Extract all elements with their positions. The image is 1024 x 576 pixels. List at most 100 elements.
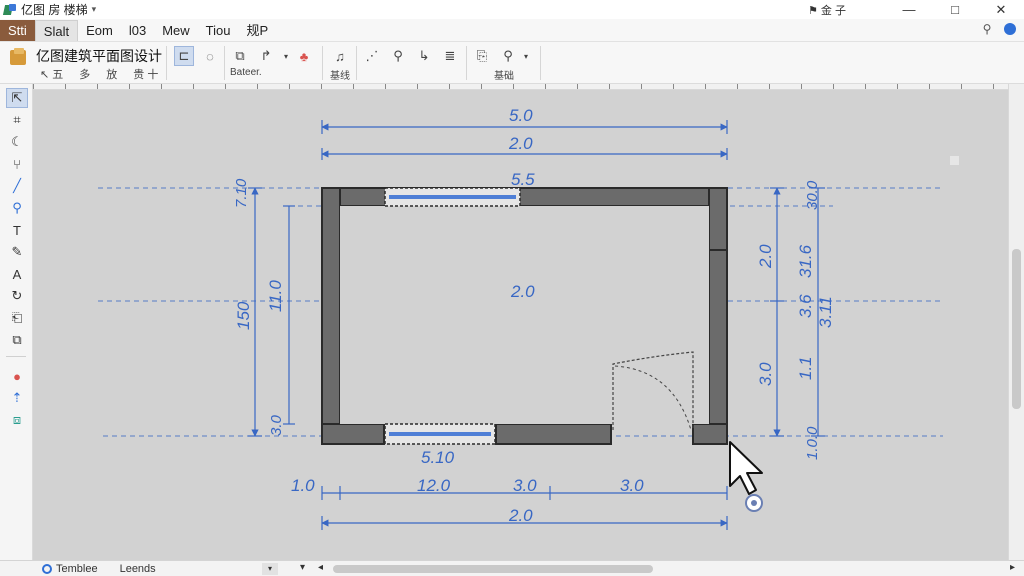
dim-right-seg-1: 2.0 <box>756 244 775 269</box>
ruler-tick <box>385 84 386 89</box>
dim-left-inner: 11.0 <box>266 280 285 312</box>
vertical-scroll-thumb[interactable] <box>1012 249 1021 409</box>
pen-tool-icon[interactable]: ✎ <box>6 242 28 262</box>
help-icon[interactable] <box>1004 23 1016 35</box>
close-button[interactable]: ✕ <box>978 0 1024 19</box>
scroll-right-arrow-icon[interactable]: ▸ <box>1010 562 1015 573</box>
ribbon-separator <box>466 46 467 80</box>
dim-right-seg-4: 3.0 <box>756 362 775 386</box>
sub-action-redo[interactable]: 多 <box>79 66 90 82</box>
layer-tool-icon[interactable]: ⧈ <box>6 410 28 430</box>
zoom-dropdown-icon[interactable]: ▾ <box>516 46 536 66</box>
palette-icon[interactable]: ♣ <box>294 46 314 66</box>
tab-template[interactable]: Temblee <box>42 563 98 575</box>
share-icon[interactable]: ⚲ <box>980 22 994 36</box>
connector-icon[interactable]: ↱ <box>256 46 276 66</box>
line-tool-icon[interactable]: ╱ <box>6 176 28 196</box>
dim-window-top: 5.5 <box>511 170 535 189</box>
minimize-button[interactable]: — <box>886 0 932 19</box>
ruler-tick <box>289 84 290 89</box>
ruler-tick <box>129 84 130 89</box>
quick-access-dropdown[interactable]: ▾ <box>92 4 97 15</box>
dim-right-overall: 3.11 <box>816 296 835 328</box>
window-title: 亿图 房 楼梯 <box>21 3 88 17</box>
duplicate-tool-icon[interactable]: ⧉ <box>6 330 28 350</box>
ruler-tick <box>833 84 834 89</box>
scroll-left-arrow-icon[interactable]: ◂ <box>318 562 323 573</box>
ribbon-separator <box>166 46 167 80</box>
connector-dropdown-icon[interactable]: ▾ <box>276 46 296 66</box>
tab-legends[interactable]: Leends <box>120 563 156 575</box>
crop-tool-icon[interactable]: ⌗ <box>6 110 28 130</box>
drawing-canvas[interactable]: 5.0 2.0 5.5 2.0 5.10 1.0 12.0 3.0 3.0 2.… <box>33 90 1008 560</box>
list-icon[interactable]: ≣ <box>440 46 460 66</box>
sub-action-save[interactable]: 放 <box>106 66 117 82</box>
menu-file[interactable]: Stti <box>0 19 35 41</box>
ruler-tick <box>577 84 578 89</box>
dim-right-seg-3: 31.6 <box>796 244 815 278</box>
dim-right-seg-5: 1.1 <box>796 356 815 380</box>
color-tool-icon[interactable]: ● <box>6 366 28 386</box>
menu-edit[interactable]: Eom <box>78 20 121 41</box>
dim-right-seg-2: 3.6 <box>796 294 815 318</box>
ruler-tick <box>705 84 706 89</box>
ruler-tick <box>353 84 354 89</box>
maximize-button[interactable]: □ <box>932 0 978 19</box>
align-icon[interactable]: ⋰ <box>362 46 382 66</box>
fill-tool-icon[interactable]: A <box>6 264 28 284</box>
ribbon-separator <box>224 46 225 80</box>
menu-view[interactable]: Mew <box>154 20 197 41</box>
ribbon-group-caption: 基线 <box>330 71 350 82</box>
arrow-tool-icon[interactable]: ⇡ <box>6 388 28 408</box>
dim-top-inner: 2.0 <box>508 134 533 153</box>
horizontal-scroll-thumb[interactable] <box>333 565 653 573</box>
ribbon-group-caption: 基础 <box>494 71 514 82</box>
title-bar: 亿图 房 楼梯 ▾ ⚑ 金 子 — □ ✕ <box>0 0 1024 19</box>
menu-insert[interactable]: l03 <box>121 20 154 41</box>
vertical-scrollbar[interactable] <box>1008 84 1024 560</box>
document-title: 亿图建筑平面图设计 <box>36 48 162 64</box>
ruler-tick <box>513 84 514 89</box>
zoom-tool-icon[interactable]: ⚲ <box>6 198 28 218</box>
ruler-tick <box>993 84 994 89</box>
lasso-tool-icon[interactable]: ☾ <box>6 132 28 152</box>
zoom-dropdown-icon[interactable]: ▾ <box>300 562 305 573</box>
ruler-tick <box>897 84 898 89</box>
ribbon-group-caption: Bateer. <box>230 67 262 78</box>
menu-bar: Stti Slalt Eom l03 Mew Tiou 规P ⚲ <box>0 19 1024 42</box>
route-icon[interactable]: ↳ <box>414 46 434 66</box>
toolbox-separator <box>6 356 26 357</box>
clip-tool-icon[interactable]: ⎗ <box>6 308 28 328</box>
ruler-tick <box>321 84 322 89</box>
sub-action-undo[interactable]: ↖ 五 <box>40 66 63 82</box>
connector-tool-icon[interactable]: ⑂ <box>6 154 28 174</box>
text-tool-icon[interactable]: T <box>6 220 28 240</box>
dim-left-overall: 150 <box>234 301 253 330</box>
ruler-tick <box>449 84 450 89</box>
ruler-tick <box>417 84 418 89</box>
copy-format-icon[interactable]: ⧉ <box>230 46 250 66</box>
ribbon-separator <box>322 46 323 80</box>
menu-tools[interactable]: Tiou <box>198 20 239 41</box>
menu-start[interactable]: Slalt <box>34 19 79 41</box>
floor-plan: 5.0 2.0 5.5 2.0 5.10 1.0 12.0 3.0 3.0 2.… <box>98 106 959 530</box>
page-icon[interactable]: ⎘ <box>472 46 492 66</box>
ruler-tick <box>33 84 34 89</box>
shape-tool-icon[interactable]: ◌ <box>200 46 220 66</box>
ruler-tick <box>225 84 226 89</box>
magnify-icon[interactable]: ⚲ <box>388 46 408 66</box>
account-chip[interactable]: ⚑ 金 子 <box>808 2 846 18</box>
rotate-tool-icon[interactable]: ↻ <box>6 286 28 306</box>
ruler-tick <box>737 84 738 89</box>
layer-dropdown[interactable]: ▾ <box>262 563 278 575</box>
document-icon <box>8 47 28 67</box>
ruler-tick <box>161 84 162 89</box>
select-tool-icon[interactable]: ⊏ <box>174 46 194 66</box>
sub-action-open[interactable]: 贵 十 <box>133 66 158 82</box>
canvas-handle[interactable] <box>950 156 959 165</box>
walls[interactable] <box>321 187 728 445</box>
zoom-icon[interactable]: ⚲ <box>498 46 518 66</box>
menu-help[interactable]: 规P <box>238 20 276 41</box>
text-style-icon[interactable]: ♫ <box>330 46 350 66</box>
pointer-tool-icon[interactable]: ⇱ <box>6 88 28 108</box>
